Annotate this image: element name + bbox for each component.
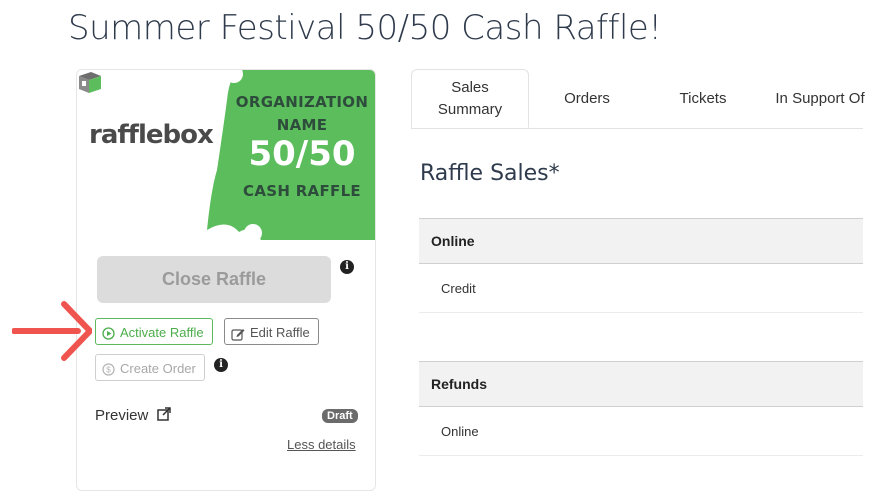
- tab-in-support-of-label: In Support Of: [775, 89, 865, 107]
- ticket-box-icon: [79, 72, 101, 93]
- rafflebox-logo: rafflebox: [89, 120, 214, 150]
- preview-link[interactable]: Preview: [95, 407, 171, 424]
- play-circle-icon: [102, 327, 115, 340]
- info-icon[interactable]: i: [340, 260, 354, 274]
- raffle-card: rafflebox ORGANIZATION NAME 50/50 CASH R…: [76, 69, 376, 491]
- page-title: Summer Festival 50/50 Cash Raffle!: [68, 8, 662, 48]
- edit-raffle-button[interactable]: Edit Raffle: [224, 318, 319, 345]
- sales-row-empty: [419, 313, 863, 362]
- banner-5050-text: 50/50: [248, 134, 356, 174]
- edit-raffle-label: Edit Raffle: [250, 325, 310, 340]
- tab-sales-summary[interactable]: Sales Summary: [411, 69, 529, 128]
- raffle-banner: rafflebox ORGANIZATION NAME 50/50 CASH R…: [77, 70, 375, 240]
- tab-sales-summary-label: Sales Summary: [437, 78, 503, 118]
- close-raffle-button[interactable]: Close Raffle: [97, 256, 331, 303]
- sales-row-credit: Credit: [419, 264, 863, 313]
- create-order-button[interactable]: $ Create Order: [95, 354, 205, 381]
- org-name-line1: ORGANIZATION: [235, 93, 369, 111]
- svg-text:$: $: [106, 366, 111, 375]
- activate-raffle-button[interactable]: Activate Raffle: [95, 318, 213, 345]
- tab-orders-label: Orders: [564, 89, 610, 107]
- activate-raffle-label: Activate Raffle: [120, 325, 204, 340]
- sales-group-header-online: Online: [419, 218, 863, 264]
- dollar-circle-icon: $: [102, 363, 115, 376]
- red-arrow-annotation: [12, 301, 92, 361]
- org-name-line2: NAME: [276, 116, 328, 134]
- less-details-link[interactable]: Less details: [287, 437, 356, 452]
- raffle-sales-title: Raffle Sales*: [420, 161, 560, 186]
- create-order-label: Create Order: [120, 361, 196, 376]
- status-badge: Draft: [322, 409, 358, 423]
- tab-tickets-label: Tickets: [679, 89, 727, 107]
- sales-row-online-refund: Online: [419, 407, 863, 456]
- preview-label: Preview: [95, 407, 149, 424]
- external-link-icon: [156, 407, 171, 421]
- tab-in-support-of[interactable]: In Support Of: [761, 69, 879, 128]
- edit-icon: [231, 328, 245, 341]
- tab-tickets[interactable]: Tickets: [645, 69, 761, 128]
- tab-bar: Sales Summary Orders Tickets In Support …: [411, 69, 865, 129]
- banner-subtitle: CASH RAFFLE: [243, 182, 361, 200]
- create-order-info-icon[interactable]: i: [214, 358, 228, 372]
- sales-group-header-refunds: Refunds: [419, 361, 863, 407]
- tab-orders[interactable]: Orders: [529, 69, 645, 128]
